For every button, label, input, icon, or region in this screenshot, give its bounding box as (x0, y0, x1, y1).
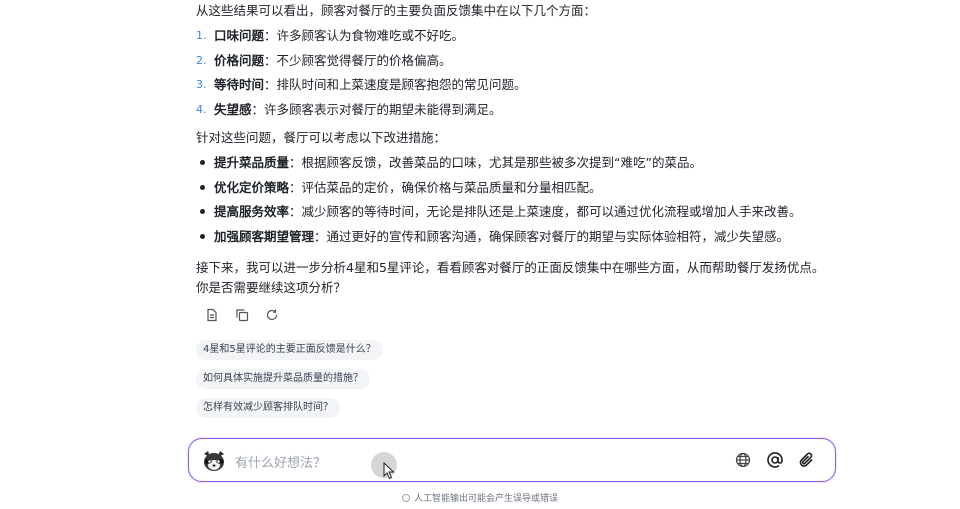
item-title: 优化定价策略 (214, 179, 290, 195)
document-icon[interactable] (204, 307, 220, 323)
refresh-icon[interactable] (264, 307, 280, 323)
suggestion-chip[interactable]: 如何具体实施提升菜品质量的措施？ (196, 369, 370, 389)
disclaimer: 人工智能输出可能会产生误导或错误 (0, 491, 960, 504)
suggestion-chip[interactable]: 4星和5星评论的主要正面反馈是什么？ (196, 340, 383, 360)
item-text: ：不少顾客觉得餐厅的价格偏高。 (264, 52, 452, 68)
bullet-dot (200, 160, 205, 165)
list-item: 4. 失望感：许多顾客表示对餐厅的期望未能得到满足。 (196, 100, 836, 125)
disclaimer-text: 人工智能输出可能会产生误导或错误 (413, 494, 558, 504)
chat-input-box[interactable]: 有什么好想法？ (188, 438, 836, 482)
mouse-cursor-icon (383, 461, 395, 480)
attachment-icon[interactable] (797, 450, 817, 470)
item-title: 等待时间 (214, 77, 265, 92)
list-number: 4. (196, 102, 207, 116)
raccoon-avatar-icon (201, 448, 227, 474)
item-text: ：通过更好的宣传和顾客沟通，确保顾客对餐厅的期望与实际体验相符，减少失望感。 (314, 228, 790, 244)
suggestion-chip[interactable]: 怎样有效减少顾客排队时间？ (196, 398, 340, 418)
copy-icon[interactable] (234, 307, 250, 323)
closing-paragraph: 接下来，我可以进一步分析4星和5星评论，看看顾客对餐厅的正面反馈集中在哪些方面，… (196, 260, 825, 295)
issues-list: 1. 口味问题：许多顾客认为食物难吃或不好吃。 2. 价格问题：不少顾客觉得餐厅… (196, 26, 836, 124)
bullet-dot (200, 233, 205, 239)
measures-list: 提升菜品质量：根据顾客反馈，改善菜品的口味，尤其是那些被多次提到“难吃”的菜品。… (196, 153, 836, 251)
list-item: 1. 口味问题：许多顾客认为食物难吃或不好吃。 (196, 26, 836, 51)
item-title: 失望感 (214, 101, 252, 117)
item-text: ：评估菜品的定价，确保价格与菜品质量和分量相匹配。 (289, 179, 602, 195)
item-title: 价格问题 (214, 52, 265, 68)
info-icon (401, 494, 410, 502)
item-text: ：减少顾客的等待时间，无论是排队还是上菜速度，都可以通过优化流程或增加人手来改善… (289, 204, 802, 219)
measures-intro: 针对这些问题，餐厅可以考虑以下改进措施： (196, 130, 447, 145)
item-title: 提高服务效率 (214, 204, 290, 219)
item-title: 加强顾客期望管理 (214, 228, 315, 244)
list-number: 2. (196, 53, 207, 67)
intro-paragraph: 从这些结果可以看出，顾客对餐厅的主要负面反馈集中在以下几个方面： (196, 3, 597, 18)
list-item: 优化定价策略：评估菜品的定价，确保价格与菜品质量和分量相匹配。 (196, 178, 836, 203)
at-mention-icon[interactable] (765, 450, 785, 470)
list-item: 2. 价格问题：不少顾客觉得餐厅的价格偏高。 (196, 51, 836, 76)
globe-icon[interactable] (733, 450, 753, 470)
bullet-dot (200, 209, 205, 214)
item-title: 提升菜品质量 (214, 155, 290, 170)
item-text: ：许多顾客表示对餐厅的期望未能得到满足。 (251, 101, 502, 117)
input-tools (733, 450, 817, 470)
message-actions (204, 307, 280, 323)
list-item: 提高服务效率：减少顾客的等待时间，无论是排队还是上菜速度，都可以通过优化流程或增… (196, 202, 836, 227)
list-number: 1. (196, 29, 207, 42)
list-item: 提升菜品质量：根据顾客反馈，改善菜品的口味，尤其是那些被多次提到“难吃”的菜品。 (196, 153, 836, 178)
list-item: 3. 等待时间：排队时间和上菜速度是顾客抱怨的常见问题。 (196, 75, 836, 100)
item-title: 口味问题 (214, 28, 265, 43)
item-text: ：根据顾客反馈，改善菜品的口味，尤其是那些被多次提到“难吃”的菜品。 (289, 155, 702, 170)
item-text: ：许多顾客认为食物难吃或不好吃。 (264, 28, 465, 43)
bullet-dot (200, 184, 205, 190)
list-number: 3. (196, 78, 207, 91)
chat-input-placeholder[interactable]: 有什么好想法？ (235, 452, 326, 471)
item-text: ：排队时间和上菜速度是顾客抱怨的常见问题。 (264, 77, 527, 92)
list-item: 加强顾客期望管理：通过更好的宣传和顾客沟通，确保顾客对餐厅的期望与实际体验相符，… (196, 227, 836, 252)
